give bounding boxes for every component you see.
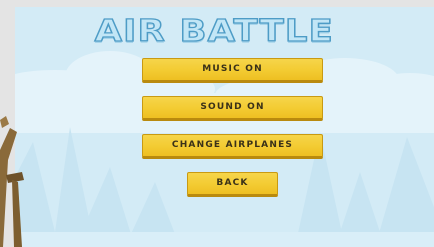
change-airplanes-button[interactable]: CHANGE AIRPLANES [142,134,323,159]
game-screen: AIR BATTLE MUSIC ON SOUND ON CHANGE AIRP… [0,0,434,247]
back-button[interactable]: BACK [187,172,278,197]
music-toggle-button[interactable]: MUSIC ON [142,58,323,83]
ground-haze [15,232,434,247]
game-title: AIR BATTLE [94,13,335,49]
sound-toggle-button[interactable]: SOUND ON [142,96,323,121]
